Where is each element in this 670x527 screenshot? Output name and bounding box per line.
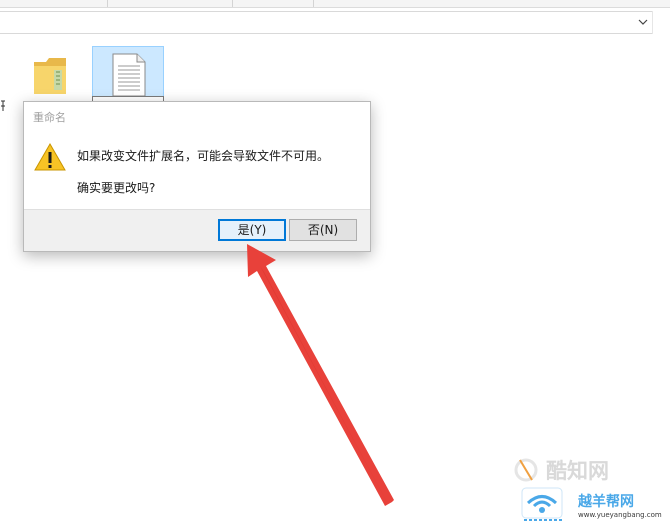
text-file-icon[interactable] — [109, 52, 147, 98]
dialog-message: 如果改变文件扩展名，可能会导致文件不可用。 — [77, 149, 330, 163]
chevron-down-icon[interactable] — [637, 15, 649, 29]
ribbon-tab[interactable] — [108, 0, 233, 7]
truncated-label — [1, 100, 5, 111]
dialog-button-bar: 是(Y) 否(N) — [24, 209, 370, 251]
dialog-question: 确实要更改吗? — [77, 181, 156, 195]
no-button[interactable]: 否(N) — [289, 219, 357, 241]
ribbon-tab[interactable] — [0, 0, 108, 7]
ribbon-tab[interactable] — [233, 0, 314, 7]
dialog-title: 重命名 — [33, 111, 66, 124]
watermark-url: www.yueyangbang.com — [578, 511, 662, 519]
rename-warning-dialog: 重命名 如果改变文件扩展名，可能会导致文件不可用。 确实要更改吗? 是(Y) 否… — [23, 101, 371, 252]
watermark-brand: 酷知网 — [546, 459, 609, 483]
address-refresh-area[interactable] — [652, 11, 667, 34]
address-bar[interactable] — [0, 11, 667, 34]
ribbon-tab-strip — [0, 0, 670, 8]
warning-icon — [34, 142, 66, 171]
folder-icon[interactable] — [32, 52, 68, 96]
watermark-brand-secondary: 越羊帮网 — [578, 494, 634, 510]
yes-button[interactable]: 是(Y) — [218, 219, 286, 241]
